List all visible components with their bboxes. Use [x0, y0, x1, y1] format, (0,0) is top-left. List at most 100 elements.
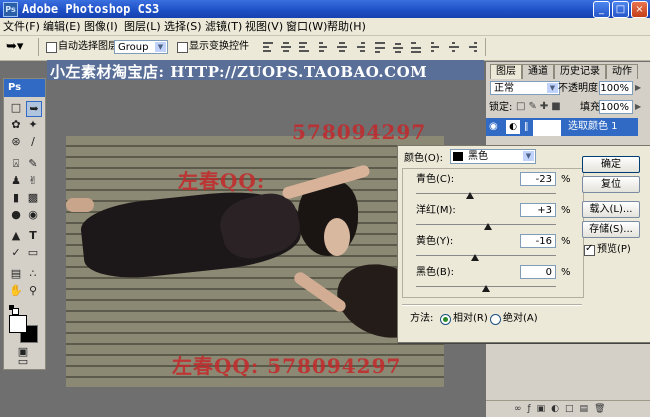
notes-tool-icon[interactable]: ▤	[9, 267, 23, 281]
save-button[interactable]: 存储(S)...	[582, 221, 640, 238]
slice-tool-icon[interactable]: ∕	[26, 135, 40, 149]
marquee-tool-icon[interactable]: □	[9, 101, 23, 115]
menu-image[interactable]: 图像(I)	[84, 20, 118, 33]
black-slider-thumb[interactable]	[482, 285, 490, 292]
colors-dropdown[interactable]: 黑色 ▼	[450, 149, 536, 164]
opacity-arrow-icon[interactable]: ▶	[635, 83, 645, 93]
menu-edit[interactable]: 编辑(E)	[43, 20, 81, 33]
layers-bottom-icons[interactable]: ∞ƒ▣◐□▤🗑	[514, 403, 644, 415]
ok-button[interactable]: 确定	[582, 156, 640, 173]
eye-icon[interactable]: ◉	[489, 121, 501, 133]
move-tool-icon[interactable]: ➥	[26, 101, 42, 117]
hand-tool-icon[interactable]: ✋	[9, 284, 23, 298]
cyan-slider-track[interactable]	[416, 193, 556, 194]
lock-icons[interactable]: □✎✚■	[516, 101, 580, 113]
crop-tool-icon[interactable]: ⊛	[9, 135, 23, 149]
align-right-icon[interactable]	[354, 41, 366, 53]
yellow-label: 黄色(Y):	[416, 236, 454, 247]
eyedropper-tool-icon[interactable]: ∴	[26, 267, 40, 281]
menu-filter[interactable]: 滤镜(T)	[205, 20, 242, 33]
pen-tool-icon[interactable]: ✓	[9, 246, 23, 260]
cyan-value-input[interactable]: -23	[520, 172, 556, 186]
dodge-tool-icon[interactable]: ◉	[26, 208, 40, 222]
brush-tool-icon[interactable]: ✎	[26, 157, 40, 171]
maximize-button[interactable]: □	[612, 1, 629, 18]
distribute-right-icon[interactable]	[466, 41, 478, 53]
window-title: Adobe Photoshop CS3	[22, 2, 160, 16]
toolbox: Ps □ ➥ ✿ ✦ ⊛ ∕ ⍓ ✎ ♟ ✌ ▮ ▩ ● ◉ ▲ T ✓ ▭ ▤…	[3, 78, 46, 370]
black-label: 黑色(B):	[416, 267, 455, 278]
method-label: 方法:	[410, 313, 434, 324]
auto-select-dropdown[interactable]: Group ▼	[114, 40, 168, 54]
options-divider-right	[485, 38, 486, 56]
menu-window[interactable]: 窗口(W)	[286, 20, 327, 33]
align-vcenter-icon[interactable]	[280, 41, 292, 53]
reset-button[interactable]: 复位	[582, 176, 640, 193]
layer-mask-thumbnail[interactable]	[533, 120, 561, 136]
eraser-tool-icon[interactable]: ▮	[9, 191, 23, 205]
absolute-radio[interactable]	[490, 314, 501, 325]
clone-stamp-icon[interactable]: ♟	[9, 174, 23, 188]
load-button[interactable]: 载入(L)...	[582, 201, 640, 218]
menu-view[interactable]: 视图(V)	[245, 20, 283, 33]
blend-mode-dropdown[interactable]: 正常 ▼	[490, 81, 560, 95]
magic-wand-tool-icon[interactable]: ✦	[26, 118, 40, 132]
cyan-slider-thumb[interactable]	[466, 192, 474, 199]
shape-tool-icon[interactable]: ▭	[26, 246, 40, 260]
layer-name[interactable]: 选取颜色 1	[568, 121, 618, 133]
layer-row-selective-color[interactable]: ◉ ◐ ‖ 选取颜色 1	[486, 118, 638, 136]
toolbox-header[interactable]: Ps	[4, 79, 45, 97]
type-tool-icon[interactable]: T	[26, 229, 40, 243]
align-hcenter-icon[interactable]	[336, 41, 348, 53]
zoom-tool-icon[interactable]: ⚲	[26, 284, 40, 298]
adjustment-layer-icon: ◐	[506, 120, 520, 134]
lock-label: 锁定:	[489, 102, 513, 113]
fill-input[interactable]: 100%	[599, 100, 633, 114]
menu-file[interactable]: 文件(F)	[3, 20, 40, 33]
foreground-color-swatch[interactable]	[9, 315, 27, 333]
magenta-slider-thumb[interactable]	[484, 223, 492, 230]
auto-select-checkbox[interactable]	[46, 42, 57, 53]
tab-channels[interactable]: 通道	[522, 64, 554, 79]
minimize-button[interactable]: _	[593, 1, 610, 18]
yellow-slider-thumb[interactable]	[471, 254, 479, 261]
path-selection-icon[interactable]: ▲	[9, 229, 23, 243]
relative-radio[interactable]	[440, 314, 451, 325]
tab-actions[interactable]: 动作	[606, 64, 638, 79]
menu-help[interactable]: 帮助(H)	[327, 20, 366, 33]
yellow-value-input[interactable]: -16	[520, 234, 556, 248]
show-transform-checkbox[interactable]	[177, 42, 188, 53]
distribute-vcenter-icon[interactable]	[392, 41, 404, 53]
preview-checkbox[interactable]	[584, 243, 595, 256]
options-bar: ➥▾ 自动选择图层 Group ▼ 显示变换控件	[0, 36, 650, 61]
close-button[interactable]: ×	[631, 1, 648, 18]
move-tool-preset-icon[interactable]: ➥▾	[6, 39, 32, 55]
default-colors-icon[interactable]	[9, 305, 19, 315]
menu-layer[interactable]: 图层(L)	[124, 20, 161, 33]
blur-tool-icon[interactable]: ●	[9, 208, 23, 222]
gradient-tool-icon[interactable]: ▩	[26, 191, 40, 205]
fill-arrow-icon[interactable]: ▶	[635, 102, 645, 112]
preview-label: 预览(P)	[597, 244, 631, 255]
distribute-left-icon[interactable]	[430, 41, 442, 53]
magenta-value-input[interactable]: +3	[520, 203, 556, 217]
black-percent-label: %	[561, 267, 571, 278]
history-brush-icon[interactable]: ✌	[26, 174, 40, 188]
align-bottom-icon[interactable]	[298, 41, 310, 53]
opacity-input[interactable]: 100%	[599, 81, 633, 95]
distribute-bottom-icon[interactable]	[410, 41, 422, 53]
tab-history[interactable]: 历史记录	[554, 64, 606, 79]
screen-mode-icon[interactable]: ▭	[16, 356, 30, 367]
healing-brush-icon[interactable]: ⍓	[9, 157, 23, 171]
black-value-input[interactable]: 0	[520, 265, 556, 279]
align-left-icon[interactable]	[318, 41, 330, 53]
distribute-hcenter-icon[interactable]	[448, 41, 460, 53]
tab-layers[interactable]: 图层	[490, 64, 522, 79]
show-transform-label: 显示变换控件	[189, 41, 249, 52]
distribute-top-icon[interactable]	[374, 41, 386, 53]
menu-bar: 文件(F) 编辑(E) 图像(I) 图层(L) 选择(S) 滤镜(T) 视图(V…	[0, 18, 650, 36]
align-top-icon[interactable]	[262, 41, 274, 53]
menu-select[interactable]: 选择(S)	[164, 20, 202, 33]
lasso-tool-icon[interactable]: ✿	[9, 118, 23, 132]
yellow-slider-track[interactable]	[416, 255, 556, 256]
